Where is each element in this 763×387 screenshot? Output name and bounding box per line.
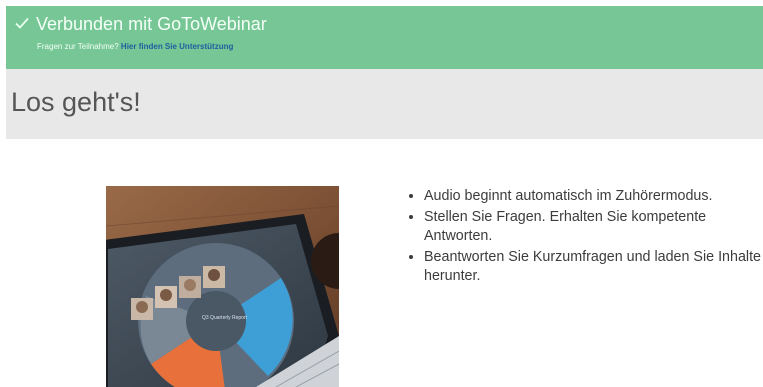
- help-line: Fragen zur Teilnahme? Hier finden Sie Un…: [37, 42, 233, 51]
- laptop-photo: Q3 Quarterly Report: [106, 186, 339, 387]
- feature-item-audio: Audio beginnt automatisch im Zuhörermodu…: [424, 187, 763, 207]
- support-link[interactable]: Hier finden Sie Unterstützung: [121, 42, 233, 51]
- connection-banner: Verbunden mit GoToWebinar Fragen zur Tei…: [6, 6, 763, 69]
- page-title: Los geht's!: [11, 87, 141, 117]
- help-text: Fragen zur Teilnahme?: [37, 42, 119, 51]
- feature-item-questions: Stellen Sie Fragen. Erhalten Sie kompete…: [424, 208, 763, 247]
- checkmark-icon: [15, 17, 29, 29]
- feature-item-polls: Beantworten Sie Kurzumfragen und laden S…: [424, 248, 763, 287]
- webinar-join-page: Verbunden mit GoToWebinar Fragen zur Tei…: [6, 6, 763, 387]
- feature-list: Audio beginnt automatisch im Zuhörermodu…: [410, 187, 763, 288]
- screen-label: Q3 Quarterly Report: [202, 315, 248, 321]
- connection-status: Verbunden mit GoToWebinar: [36, 14, 267, 34]
